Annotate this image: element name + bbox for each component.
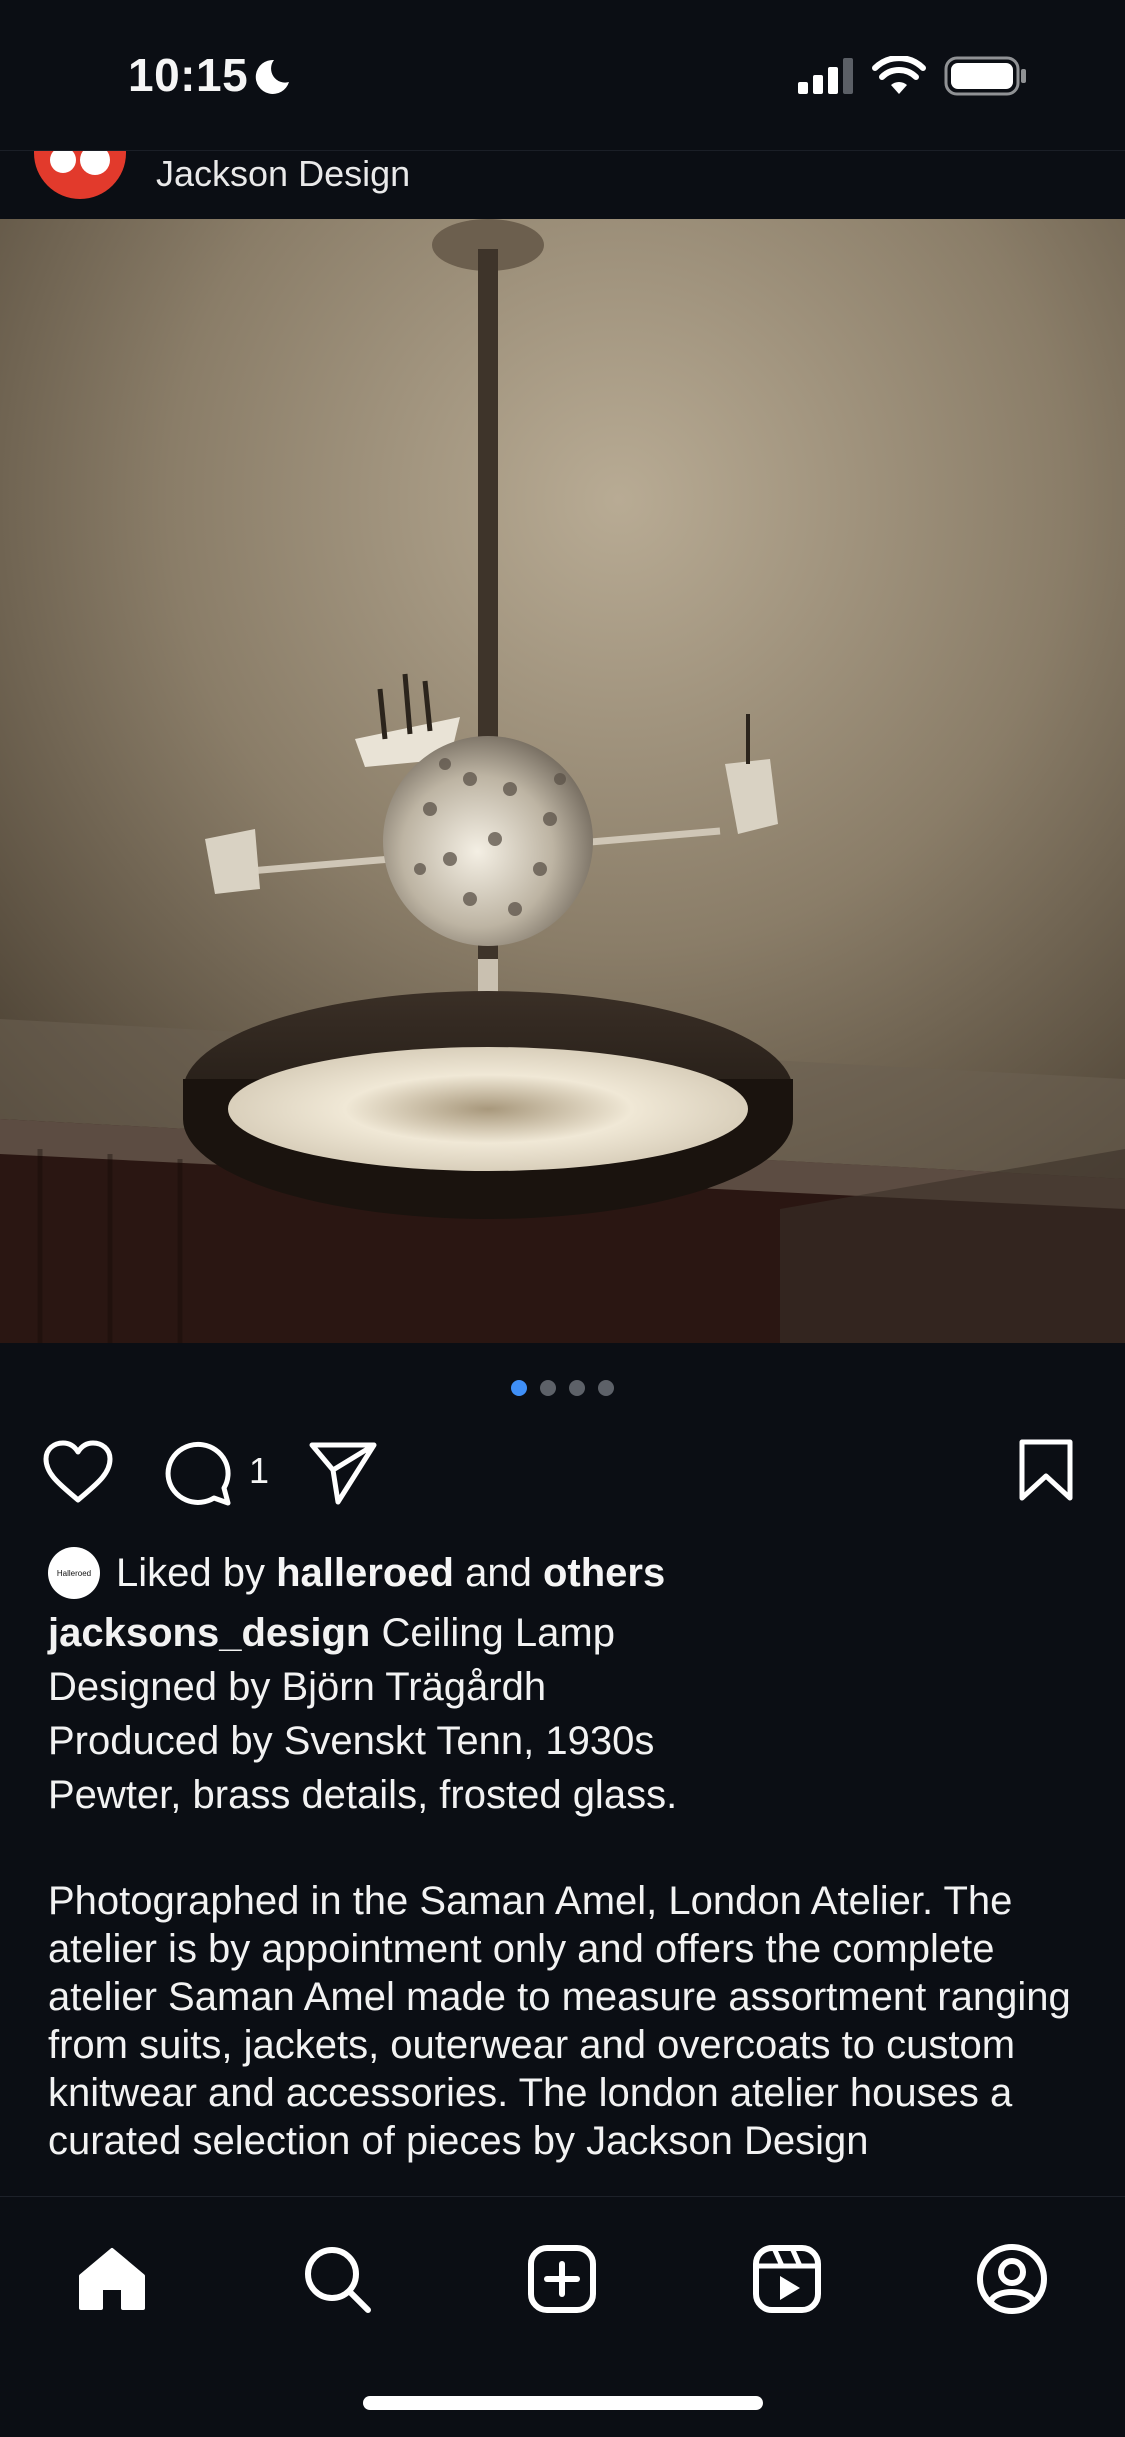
status-time: 10:15	[128, 49, 249, 101]
comment-count: 1	[249, 1450, 270, 1491]
liker-username[interactable]: halleroed	[276, 1551, 454, 1595]
moon-icon	[255, 59, 289, 94]
post-actions: 1	[0, 1430, 1125, 1510]
home-indicator[interactable]	[363, 2396, 763, 2410]
status-bar: 10:15	[0, 0, 1125, 150]
tab-home[interactable]	[72, 2239, 152, 2319]
caption-materials: Pewter, brass details, frosted glass.	[48, 1773, 678, 1817]
liker-avatar[interactable]: Halleroed	[48, 1547, 100, 1599]
home-icon	[79, 2248, 145, 2310]
author-avatar[interactable]	[34, 151, 126, 199]
caption-producer: Produced by Svenskt Tenn, 1930s	[48, 1719, 655, 1763]
carousel-dot	[540, 1380, 556, 1396]
tab-profile[interactable]	[972, 2239, 1052, 2319]
wifi-icon	[872, 56, 926, 94]
caption-title: Ceiling Lamp	[381, 1611, 615, 1655]
carousel-dot	[598, 1380, 614, 1396]
likes-others-link[interactable]: others	[543, 1551, 665, 1595]
post-header: Jackson Design	[0, 150, 1125, 219]
signal-icon	[798, 58, 853, 94]
profile-icon	[977, 2244, 1047, 2314]
caption-designer: Designed by Björn Trägårdh	[48, 1665, 547, 1709]
search-icon	[305, 2247, 371, 2313]
tab-reels[interactable]	[747, 2239, 827, 2319]
likes-summary[interactable]: Halleroed Liked by halleroed and others	[48, 1545, 665, 1601]
ceiling-lamp-photo	[0, 219, 1125, 1343]
likes-text: Liked by halleroed and others	[116, 1551, 665, 1596]
author-name[interactable]: Jackson Design	[156, 153, 410, 195]
carousel-dot-active	[511, 1380, 527, 1396]
caption-username[interactable]: jacksons_design	[48, 1611, 370, 1655]
likes-prefix: Liked by	[116, 1550, 265, 1595]
comment-icon[interactable]	[164, 1440, 234, 1506]
reels-icon	[753, 2245, 821, 2313]
send-icon[interactable]	[308, 1440, 378, 1506]
tab-search[interactable]	[297, 2239, 377, 2319]
heart-icon[interactable]	[42, 1440, 114, 1504]
carousel-dot	[569, 1380, 585, 1396]
post-photo[interactable]	[0, 219, 1125, 1343]
bookmark-icon[interactable]	[1018, 1438, 1074, 1502]
caption-description: Photographed in the Saman Amel, London A…	[48, 1879, 1071, 2163]
create-icon	[528, 2245, 596, 2313]
likes-middle: and	[465, 1550, 532, 1595]
tab-create[interactable]	[522, 2239, 602, 2319]
post-caption: jacksons_design Ceiling Lamp Designed by…	[48, 1606, 1088, 1822]
carousel-indicator	[0, 1380, 1125, 1396]
battery-icon	[944, 56, 1026, 96]
